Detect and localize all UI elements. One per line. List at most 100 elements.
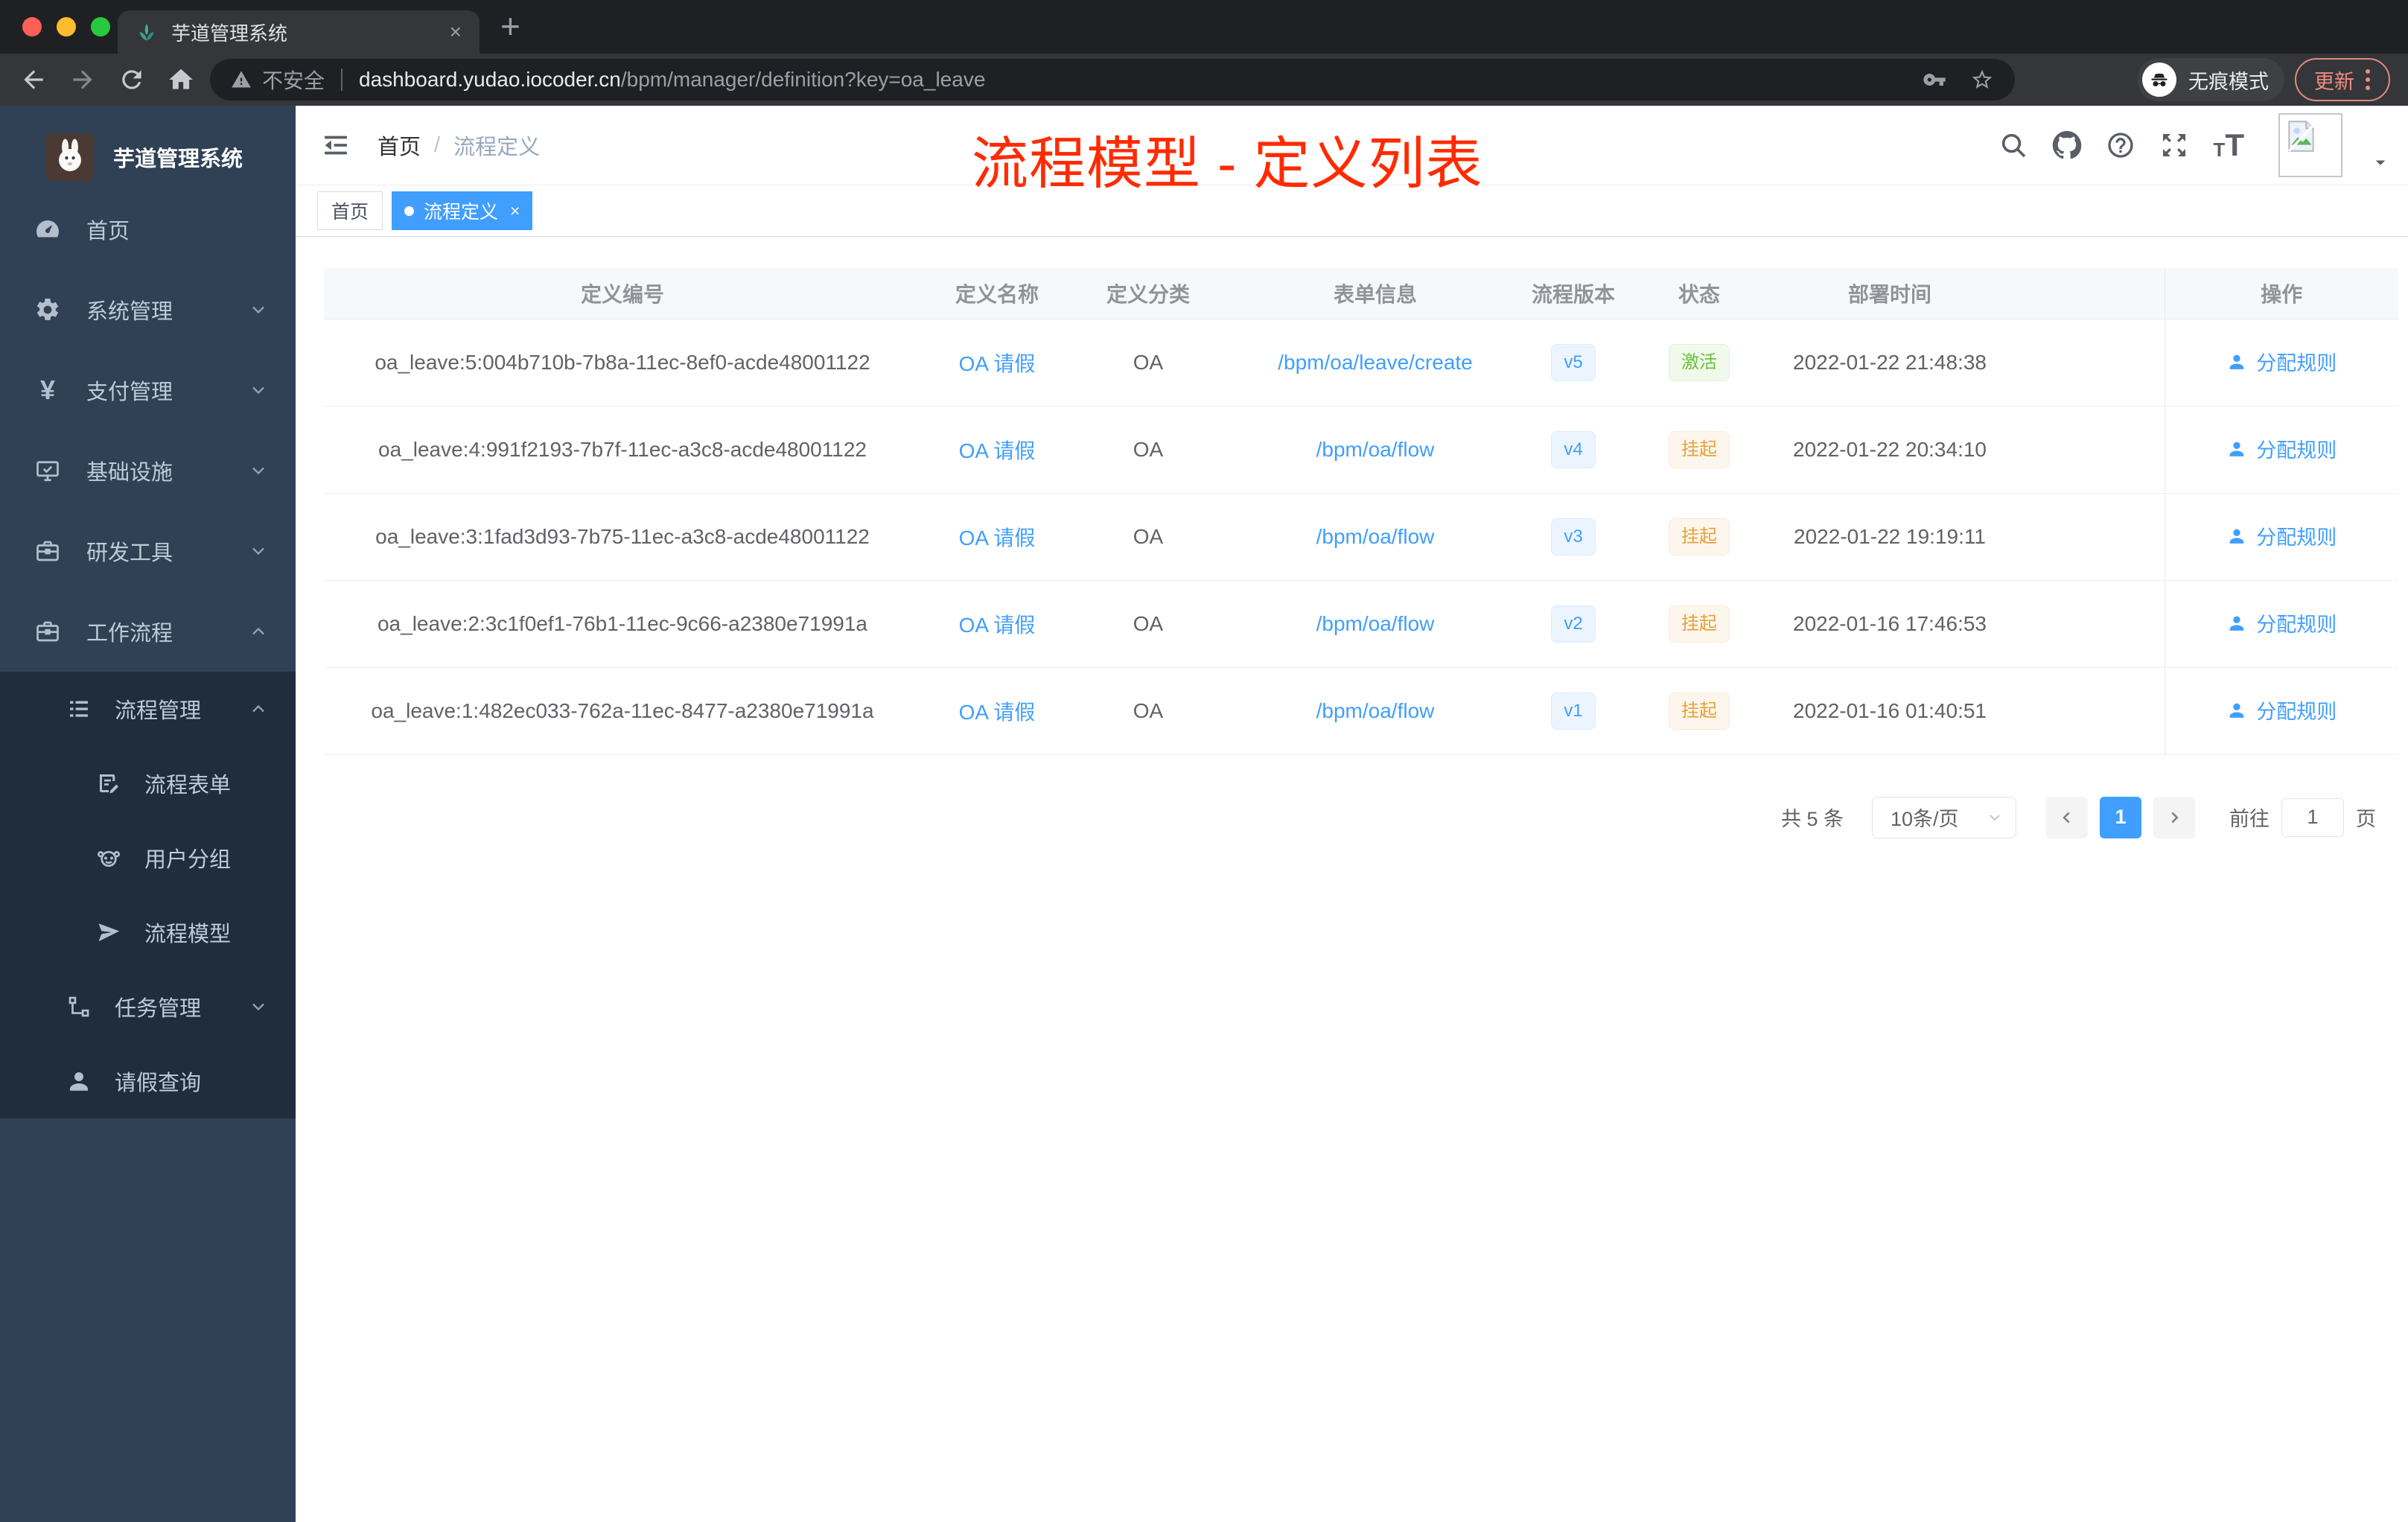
font-size-icon[interactable]: TT xyxy=(2213,130,2244,160)
briefcase-icon xyxy=(34,618,61,645)
chevron-right-icon xyxy=(2171,812,2179,823)
forward-icon[interactable] xyxy=(69,66,97,94)
column-header-status: 状态 xyxy=(1619,268,1779,319)
help-icon[interactable] xyxy=(2106,130,2135,160)
next-page-button[interactable] xyxy=(2153,796,2195,838)
sidebar-item-workflow[interactable]: 工作流程 xyxy=(0,591,296,672)
browser-tab[interactable]: 芋道管理系统 × xyxy=(118,10,480,54)
cell-filler xyxy=(2001,667,2165,755)
breadcrumb-current: 流程定义 xyxy=(453,136,541,159)
assign-rule-button[interactable]: 分配规则 xyxy=(2226,521,2337,550)
definition-name-link[interactable]: OA 请假 xyxy=(959,701,1036,724)
chevron-down-icon xyxy=(248,541,269,561)
back-icon[interactable] xyxy=(19,66,48,94)
navbar-actions: TT xyxy=(1998,113,2392,177)
sidebar-item-infrastructure[interactable]: 基础设施 xyxy=(0,430,296,511)
form-link[interactable]: /bpm/oa/flow xyxy=(1316,525,1435,548)
assign-rule-button[interactable]: 分配规则 xyxy=(2226,608,2337,637)
sidebar-item-label: 流程模型 xyxy=(144,923,232,946)
search-icon[interactable] xyxy=(1998,130,2028,160)
fullscreen-icon[interactable] xyxy=(2159,130,2189,160)
definition-name-link[interactable]: OA 请假 xyxy=(959,614,1036,637)
app-title: 芋道管理系统 xyxy=(113,147,243,171)
form-link[interactable]: /bpm/oa/leave/create xyxy=(1278,351,1473,374)
home-icon[interactable] xyxy=(167,66,195,94)
github-icon[interactable] xyxy=(2052,130,2082,160)
tag-process-definition[interactable]: 流程定义 × xyxy=(392,191,533,230)
tree-table-icon xyxy=(66,695,92,722)
total-count-label: 共 5 条 xyxy=(1780,808,1844,830)
sidebar-item-system[interactable]: 系统管理 xyxy=(0,270,296,350)
bookmark-star-icon[interactable] xyxy=(1970,68,1994,92)
cell-category: OA xyxy=(1073,319,1223,407)
sidebar-item-home[interactable]: 首页 xyxy=(0,189,296,270)
pagination: 共 5 条 10条/页 1 前往 页 xyxy=(324,796,2398,838)
sidebar-item-leave-query[interactable]: 请假查询 xyxy=(0,1044,296,1118)
password-key-icon[interactable] xyxy=(1923,68,1946,92)
form-link[interactable]: /bpm/oa/flow xyxy=(1316,699,1435,722)
sidebar-item-process-form[interactable]: 流程表单 xyxy=(0,746,296,821)
assign-rule-button[interactable]: 分配规则 xyxy=(2226,434,2337,463)
chevron-down-icon xyxy=(248,460,269,481)
sidebar-item-process-model[interactable]: 流程模型 xyxy=(0,895,296,969)
avatar-dropdown-caret-icon[interactable] xyxy=(2369,151,2392,173)
definition-name-link[interactable]: OA 请假 xyxy=(959,526,1036,550)
sidebar-collapse-icon[interactable] xyxy=(321,130,351,160)
form-link[interactable]: /bpm/oa/flow xyxy=(1316,612,1435,635)
cell-filler xyxy=(2001,493,2165,581)
version-badge: v5 xyxy=(1551,343,1596,381)
form-link[interactable]: /bpm/oa/flow xyxy=(1316,438,1435,461)
current-page-button[interactable]: 1 xyxy=(2100,796,2141,838)
table-row: oa_leave:5:004b710b-7b8a-11ec-8ef0-acde4… xyxy=(324,319,2398,407)
update-label: 更新 xyxy=(2314,70,2354,93)
cell-definition-id: oa_leave:1:482ec033-762a-11ec-8477-a2380… xyxy=(324,667,921,755)
sidebar-item-task-management[interactable]: 任务管理 xyxy=(0,969,296,1044)
sidebar-item-dev-tools[interactable]: 研发工具 xyxy=(0,511,296,591)
browser-update-button[interactable]: 更新 xyxy=(2295,58,2390,101)
table-row: oa_leave:3:1fad3d93-7b75-11ec-a3c8-acde4… xyxy=(324,493,2398,581)
browser-menu-icon[interactable] xyxy=(2365,69,2371,91)
sidebar: 芋道管理系统 首页 系统管理 ¥ 支付管理 基础设施 研发工具 工作流程 流程管… xyxy=(0,106,296,1522)
sidebar-item-label: 首页 xyxy=(86,220,130,243)
tag-close-icon[interactable]: × xyxy=(510,201,520,221)
status-badge: 激活 xyxy=(1669,343,1730,381)
tag-home[interactable]: 首页 xyxy=(317,191,383,230)
sidebar-item-process-management[interactable]: 流程管理 xyxy=(0,672,296,746)
window-zoom-button[interactable] xyxy=(91,17,110,36)
assign-rule-button[interactable]: 分配规则 xyxy=(2226,695,2337,725)
page-size-value: 10条/页 xyxy=(1891,808,1959,830)
column-header-deploy-time: 部署时间 xyxy=(1779,268,2001,319)
window-minimize-button[interactable] xyxy=(57,17,76,36)
breadcrumb-home[interactable]: 首页 xyxy=(378,130,421,161)
sidebar-item-label: 研发工具 xyxy=(86,541,173,565)
sidebar-menu: 首页 系统管理 ¥ 支付管理 基础设施 研发工具 工作流程 流程管理 流程表单 … xyxy=(0,189,296,1118)
column-header-form: 表单信息 xyxy=(1223,268,1527,319)
sidebar-item-label: 工作流程 xyxy=(86,622,173,646)
prev-page-button[interactable] xyxy=(2046,796,2088,838)
tag-label: 流程定义 xyxy=(424,202,499,223)
incognito-icon xyxy=(2142,63,2176,97)
user-icon xyxy=(2229,616,2244,631)
definition-name-link[interactable]: OA 请假 xyxy=(959,439,1036,462)
table-row: oa_leave:1:482ec033-762a-11ec-8477-a2380… xyxy=(324,667,2398,755)
security-label[interactable]: 不安全 xyxy=(262,65,325,95)
tab-close-icon[interactable]: × xyxy=(450,22,462,42)
cell-definition-id: oa_leave:5:004b710b-7b8a-11ec-8ef0-acde4… xyxy=(324,319,921,407)
window-close-button[interactable] xyxy=(22,17,42,36)
goto-label: 前往 xyxy=(2229,808,2270,830)
reload-icon[interactable] xyxy=(118,66,146,94)
table-header-row: 定义编号 定义名称 定义分类 表单信息 流程版本 状态 部署时间 操作 xyxy=(324,268,2398,319)
sidebar-logo[interactable]: 芋道管理系统 xyxy=(0,106,296,189)
window-controls xyxy=(22,17,110,36)
address-bar[interactable]: 不安全 dashboard.yudao.iocoder.cn /bpm/mana… xyxy=(210,59,2015,101)
cell-category: OA xyxy=(1073,580,1223,668)
page-size-select[interactable]: 10条/页 xyxy=(1872,796,2016,838)
definition-name-link[interactable]: OA 请假 xyxy=(959,352,1036,375)
user-avatar[interactable] xyxy=(2278,113,2342,177)
new-tab-button[interactable]: + xyxy=(500,9,520,43)
assign-rule-button[interactable]: 分配规则 xyxy=(2226,347,2337,376)
goto-page-input[interactable] xyxy=(2281,797,2344,837)
logo-rabbit-avatar xyxy=(46,133,94,181)
sidebar-item-payment[interactable]: ¥ 支付管理 xyxy=(0,350,296,430)
sidebar-item-user-group[interactable]: 用户分组 xyxy=(0,821,296,895)
